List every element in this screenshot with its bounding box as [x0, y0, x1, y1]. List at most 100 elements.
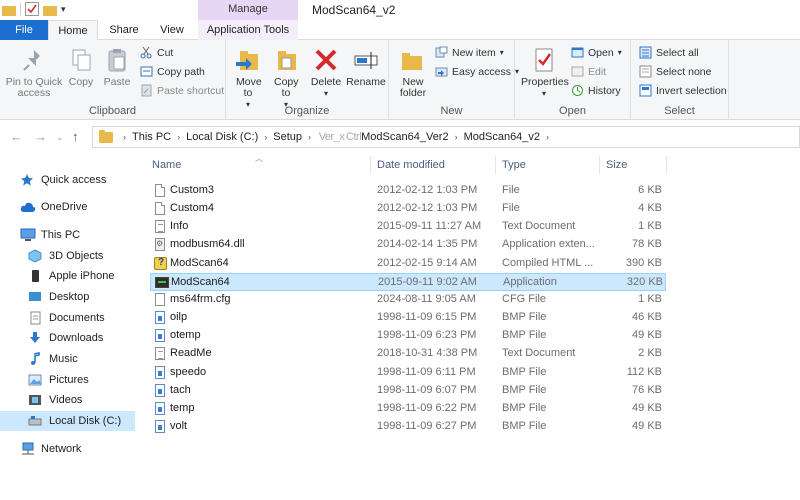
star-icon — [20, 173, 36, 187]
breadcrumb-setup[interactable]: Setup — [273, 131, 302, 143]
file-date-modified: 2012-02-12 1:03 PM — [377, 184, 478, 196]
breadcrumb-modscan64-v2[interactable]: ModScan64_v2 — [464, 131, 540, 143]
history-button[interactable]: History — [571, 84, 621, 97]
copy-path-button[interactable]: Copy path — [140, 65, 205, 78]
edit-button[interactable]: Edit — [571, 65, 606, 78]
file-size: 320 KB — [626, 275, 663, 288]
customize-toolbar-icon[interactable]: ▾ — [61, 4, 66, 15]
file-row[interactable]: ModScan64 2015-09-11 9:02 AM Application 32… — [150, 272, 666, 291]
bmp-file-icon — [154, 311, 166, 325]
copy-button[interactable]: Copy — [64, 46, 98, 88]
file-type: Application — [503, 275, 557, 288]
cut-button[interactable]: Cut — [140, 46, 173, 59]
nav-onedrive[interactable]: OneDrive — [0, 197, 135, 217]
recent-locations-chevron-icon[interactable]: ⌄ — [56, 132, 64, 143]
breadcrumb-separator-icon[interactable]: › — [308, 132, 311, 142]
easy-access-button[interactable]: Easy access ▾ — [435, 65, 519, 78]
file-row[interactable]: modbusm64.dll 2014-02-14 1:35 PM Applicati… — [150, 236, 666, 254]
delete-x-icon — [312, 46, 340, 74]
nav-apple-iphone[interactable]: Apple iPhone — [0, 266, 135, 286]
column-header-type[interactable]: Type — [502, 159, 526, 171]
nav-pictures[interactable]: Pictures — [0, 370, 135, 390]
file-size: 390 KB — [625, 256, 662, 269]
paste-button[interactable]: Paste — [100, 46, 134, 88]
file-row[interactable]: oilp 1998-11-09 6:15 PM BMP File 46 KB — [150, 309, 666, 327]
column-divider[interactable] — [666, 156, 667, 174]
forward-arrow-icon[interactable]: → — [34, 129, 47, 144]
column-divider[interactable] — [370, 156, 371, 174]
file-row[interactable]: Custom4 2012-02-12 1:03 PM File 4 KB — [150, 200, 666, 218]
bmp-file-icon-glyph — [155, 329, 165, 343]
file-row[interactable]: speedo 1998-11-09 6:11 PM BMP File 112 KB — [150, 364, 666, 382]
address-bar[interactable]: › This PC › Local Disk (C:) › Setup › Ve… — [92, 126, 800, 148]
file-size: 2 KB — [638, 347, 662, 360]
file-name: ModScan64 — [171, 275, 230, 288]
file-row[interactable]: tach 1998-11-09 6:07 PM BMP File 76 KB — [150, 382, 666, 400]
bmp-file-icon-glyph — [155, 365, 165, 379]
properties-button[interactable]: Properties ▾ — [521, 46, 569, 99]
breadcrumb-modscan64-ver2[interactable]: Ver_x CtrlModScan64_Ver2 — [317, 131, 449, 143]
pin-quick-access-button[interactable]: Pin to Quick access — [4, 46, 64, 99]
tab-home[interactable]: Home — [48, 20, 98, 40]
column-divider[interactable] — [495, 156, 496, 174]
column-header-name[interactable]: Name — [152, 159, 181, 171]
cut-label: Cut — [157, 46, 174, 59]
file-date-modified: 1998-11-09 6:27 PM — [377, 419, 477, 432]
copy-to-button[interactable]: Copy to ▾ — [268, 46, 304, 110]
nav-desktop[interactable]: Desktop — [0, 287, 135, 307]
new-folder-button[interactable]: New folder — [395, 46, 431, 99]
up-arrow-icon[interactable]: ↑ — [72, 129, 79, 144]
move-to-button[interactable]: Move to ▾ — [230, 46, 266, 110]
new-item-button[interactable]: New item ▾ — [435, 46, 504, 59]
blank-file-icon — [154, 202, 166, 216]
bmp-file-icon-glyph — [155, 419, 165, 433]
column-header-date[interactable]: Date modified — [377, 159, 445, 171]
invert-selection-button[interactable]: Invert selection — [639, 84, 727, 97]
column-divider[interactable] — [599, 156, 600, 174]
select-all-button[interactable]: Select all — [639, 46, 699, 59]
file-date-modified: 1998-11-09 6:07 PM — [377, 383, 477, 396]
breadcrumb-separator-icon[interactable]: › — [264, 132, 267, 142]
nav-music[interactable]: Music — [0, 349, 135, 369]
file-row[interactable]: ReadMe 2018-10-31 4:38 PM Text Document 2 K… — [150, 345, 666, 363]
file-row[interactable]: Info 2015-09-11 11:27 AM Text Document 1 KB — [150, 218, 666, 236]
file-row[interactable]: ModScan64 2012-02-15 9:14 AM Compiled HTML… — [150, 255, 666, 273]
tab-file[interactable]: File — [0, 20, 48, 40]
folder-icon — [99, 129, 113, 143]
nav-local-disk[interactable]: Local Disk (C:) — [0, 411, 135, 431]
file-row[interactable]: ms64frm.cfg 2024-08-11 9:05 AM CFG File 1 K… — [150, 291, 666, 309]
nav-videos[interactable]: Videos — [0, 390, 135, 410]
column-header-size[interactable]: Size — [606, 159, 627, 171]
tab-share[interactable]: Share — [104, 20, 144, 40]
delete-button[interactable]: Delete ▾ — [308, 46, 344, 99]
open-button[interactable]: Open ▾ — [571, 46, 622, 59]
file-row[interactable]: otemp 1998-11-09 6:23 PM BMP File 49 KB — [150, 327, 666, 345]
select-none-button[interactable]: Select none — [639, 65, 711, 78]
nav-3d-objects[interactable]: 3D Objects — [0, 246, 135, 266]
back-arrow-icon[interactable]: ← — [10, 129, 23, 144]
nav-documents[interactable]: Documents — [0, 308, 135, 328]
file-name: Info — [170, 220, 189, 233]
file-size: 76 KB — [632, 383, 662, 396]
nav-network[interactable]: Network — [0, 439, 135, 459]
new-folder-icon[interactable] — [43, 5, 57, 16]
file-row[interactable]: volt 1998-11-09 6:27 PM BMP File 49 KB — [150, 418, 666, 436]
file-date-modified: 1998-11-09 6:15 PM — [377, 311, 477, 324]
tab-view[interactable]: View — [150, 20, 194, 40]
rename-button[interactable]: Rename — [346, 46, 386, 88]
file-row[interactable]: Custom3 2012-02-12 1:03 PM File 6 KB — [150, 182, 666, 200]
breadcrumb-separator-icon[interactable]: › — [455, 132, 458, 142]
properties-check-icon[interactable] — [25, 2, 39, 16]
nav-downloads[interactable]: Downloads — [0, 328, 135, 348]
breadcrumb-this-pc[interactable]: This PC — [132, 131, 171, 143]
nav-this-pc[interactable]: This PC — [0, 225, 135, 245]
tab-application-tools[interactable]: Application Tools — [198, 20, 298, 40]
history-label: History — [588, 84, 621, 97]
breadcrumb-separator-icon[interactable]: › — [177, 132, 180, 142]
breadcrumb-local-disk[interactable]: Local Disk (C:) — [186, 131, 258, 143]
nav-quick-access[interactable]: Quick access — [0, 170, 135, 190]
breadcrumb-separator-icon[interactable]: › — [546, 132, 549, 142]
select-none-label: Select none — [656, 65, 712, 78]
file-row[interactable]: temp 1998-11-09 6:22 PM BMP File 49 KB — [150, 400, 666, 418]
paste-shortcut-button[interactable]: Paste shortcut — [140, 84, 224, 97]
